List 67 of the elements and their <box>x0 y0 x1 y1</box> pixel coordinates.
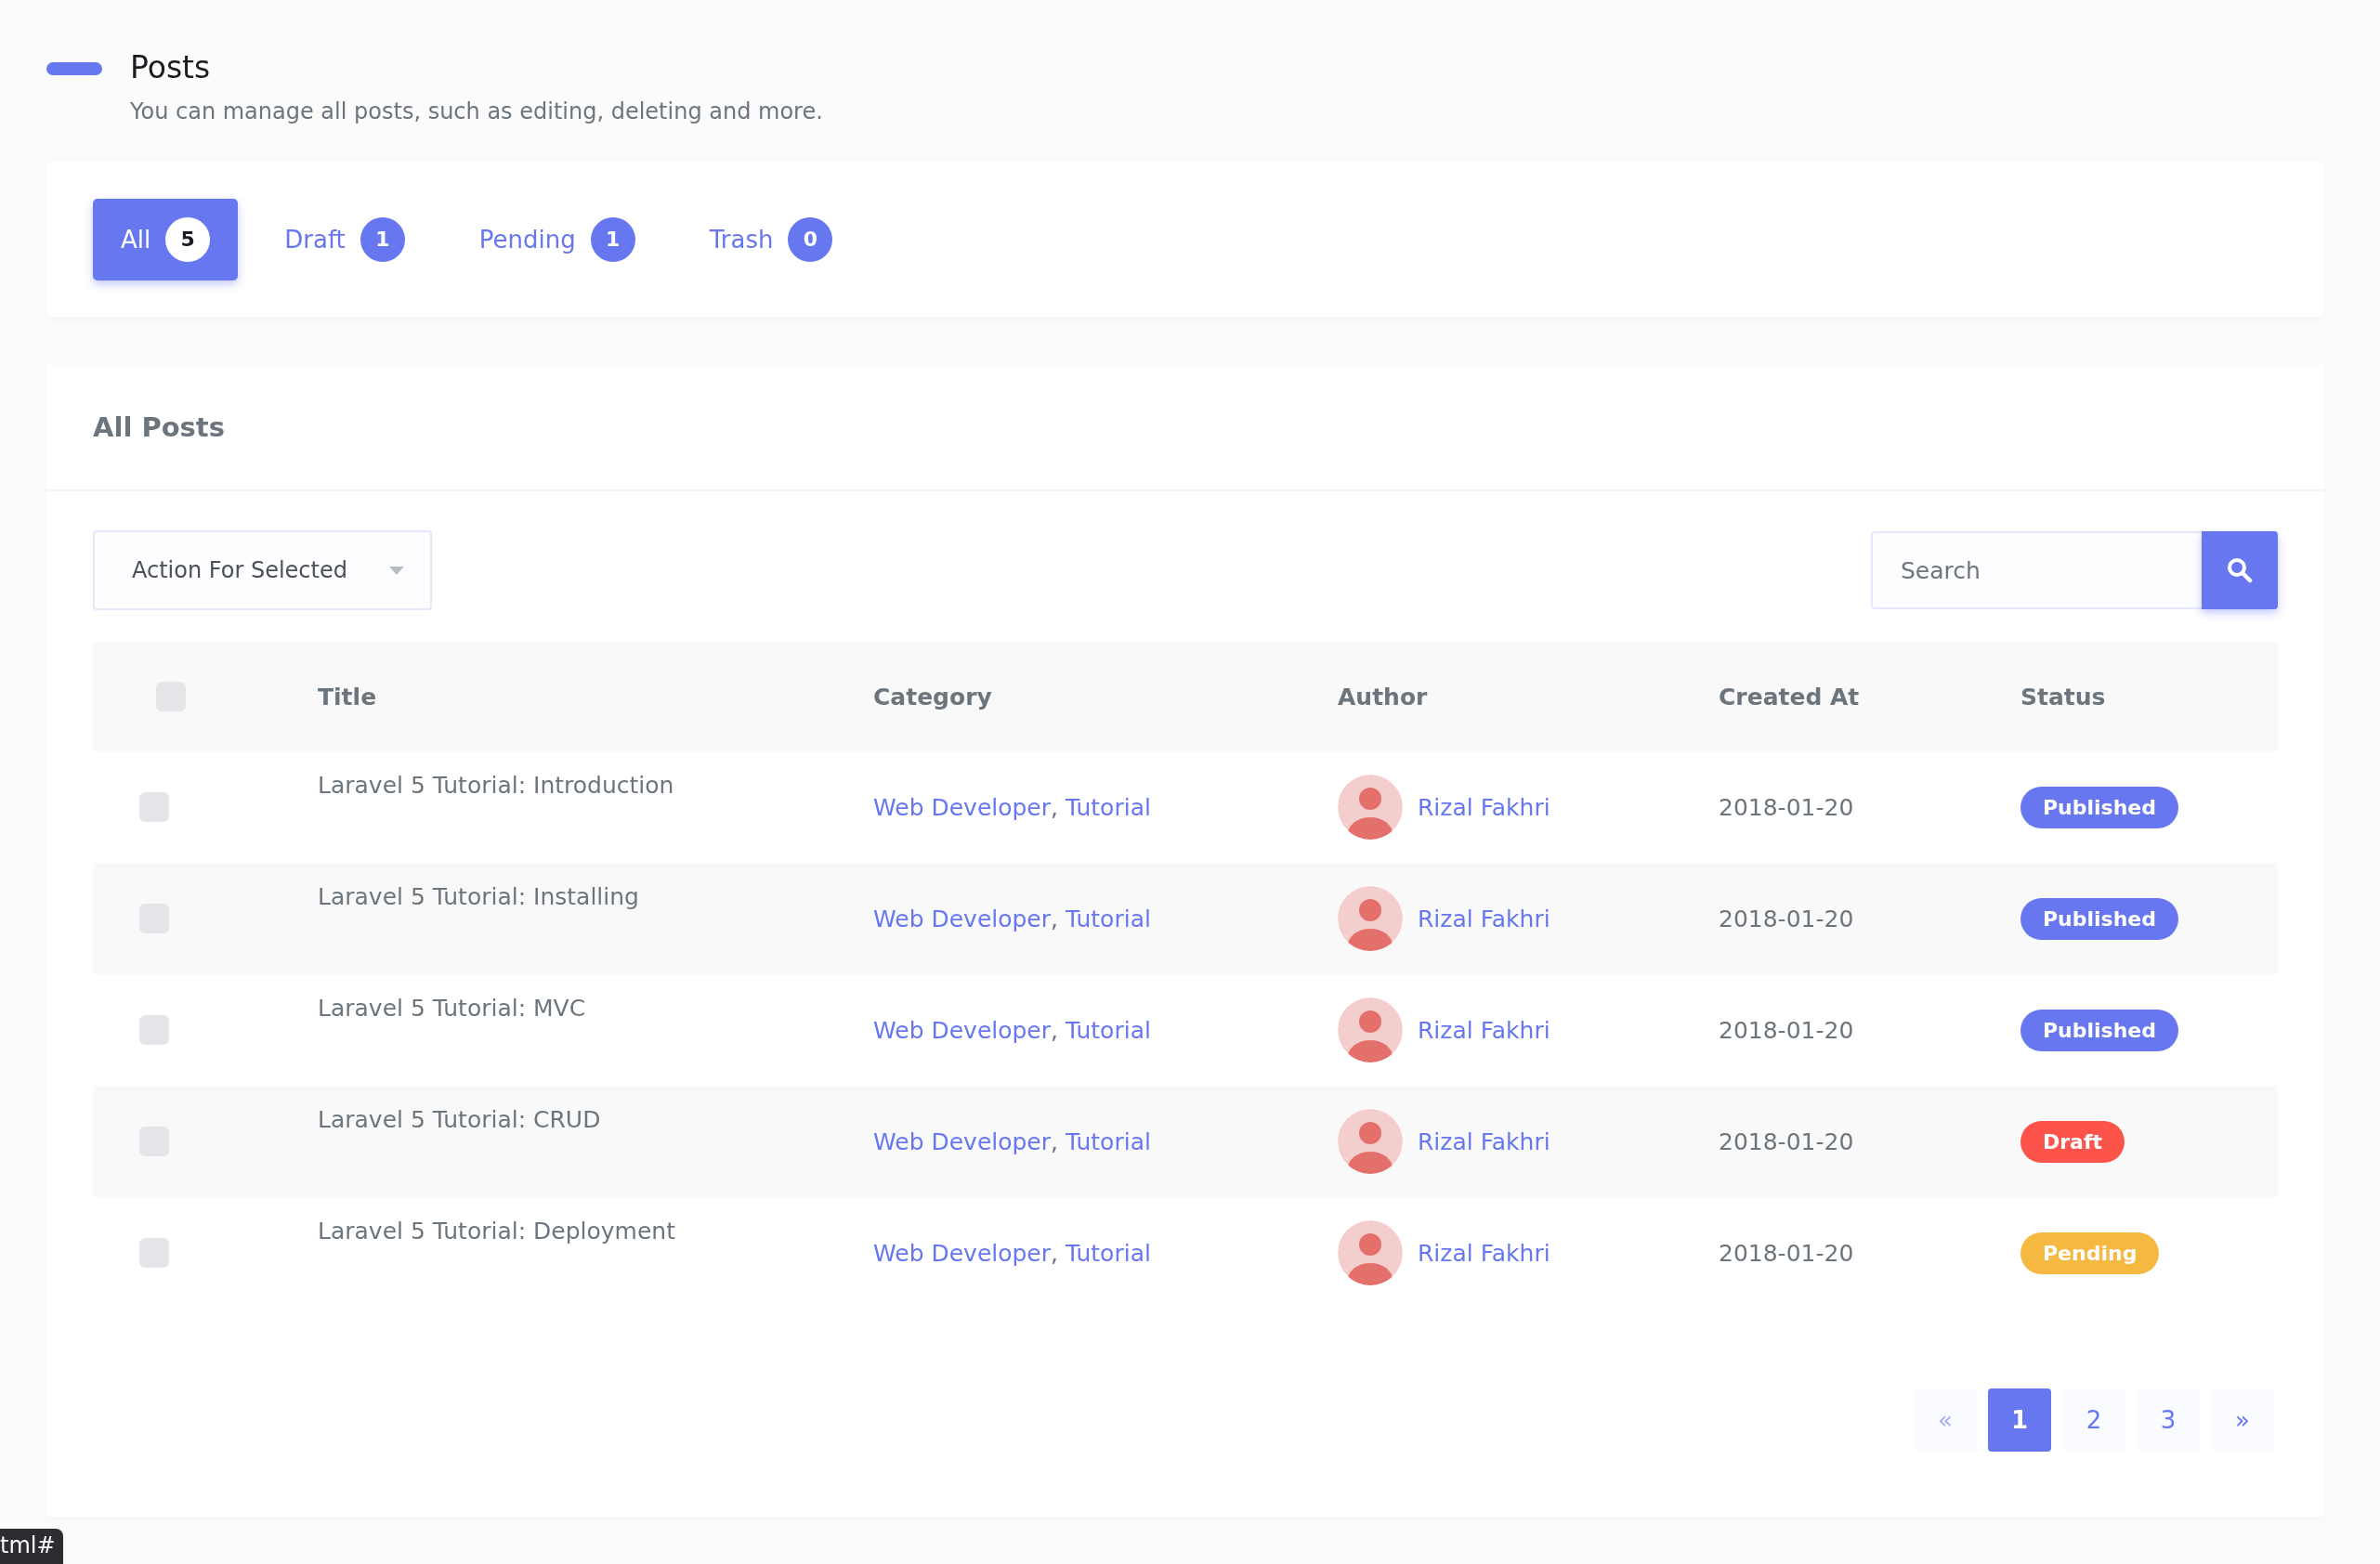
category-link[interactable]: Tutorial <box>1066 905 1151 932</box>
page-button[interactable]: 1 <box>1988 1388 2051 1452</box>
separator-text: , <box>1051 1127 1058 1155</box>
column-header: Created At <box>1719 683 1860 710</box>
page-button[interactable]: « <box>1914 1388 1977 1452</box>
category-link[interactable]: Tutorial <box>1066 793 1151 821</box>
column-header: Title <box>318 683 377 710</box>
category-link[interactable]: Tutorial <box>1066 1127 1151 1155</box>
avatar-icon <box>1338 1220 1403 1285</box>
search-field[interactable]: Search <box>1871 531 2202 609</box>
post-title: Laravel 5 Tutorial: Deployment <box>318 1218 675 1245</box>
filter-tab[interactable]: Trash 0 <box>681 198 861 280</box>
category-link[interactable]: Tutorial <box>1066 1016 1151 1044</box>
filter-tab[interactable]: Draft 1 <box>256 198 433 280</box>
search-button[interactable] <box>2202 531 2278 609</box>
status-badge: Published <box>2020 786 2179 828</box>
author-link[interactable]: Rizal Fakhri <box>1418 1016 1550 1044</box>
separator-text: , <box>1051 905 1058 932</box>
avatar-icon <box>1338 997 1403 1062</box>
category-link[interactable]: Web Developer <box>873 905 1052 932</box>
separator-text: , <box>1051 1016 1058 1044</box>
created-date: 2018-01-20 <box>1719 905 1854 932</box>
category-link[interactable]: Web Developer <box>873 1016 1052 1044</box>
status-badge: Published <box>2020 897 2179 940</box>
category-link[interactable]: Web Developer <box>873 1127 1052 1155</box>
author-link[interactable]: Rizal Fakhri <box>1418 793 1550 821</box>
created-date: 2018-01-20 <box>1719 1016 1854 1044</box>
filter-tab[interactable]: Pending 1 <box>451 198 663 280</box>
column-header: Author <box>1338 683 1428 710</box>
author-link[interactable]: Rizal Fakhri <box>1418 1127 1550 1155</box>
card-title: All Posts <box>93 411 225 443</box>
page-title: Posts <box>130 48 212 87</box>
caret-icon <box>389 566 404 575</box>
created-date: 2018-01-20 <box>1719 1127 1854 1155</box>
status-badge: Draft <box>2020 1120 2125 1163</box>
page-button[interactable]: » <box>2211 1388 2274 1452</box>
row-checkbox[interactable] <box>139 1015 169 1045</box>
column-header: Category <box>873 683 992 710</box>
row-checkbox[interactable] <box>139 792 169 822</box>
avatar-icon <box>1338 886 1403 951</box>
action-select[interactable]: Action For Selected <box>93 530 432 610</box>
post-title: Laravel 5 Tutorial: CRUD <box>318 1106 601 1133</box>
post-title: Laravel 5 Tutorial: Introduction <box>318 772 674 799</box>
created-date: 2018-01-20 <box>1719 1239 1854 1267</box>
status-badge: Pending <box>2020 1232 2160 1274</box>
page-button[interactable]: 2 <box>2062 1388 2125 1452</box>
separator-text: , <box>1051 793 1058 821</box>
avatar-icon <box>1338 775 1403 840</box>
column-header: Status <box>2020 683 2106 710</box>
avatar-icon <box>1338 1109 1403 1174</box>
post-title: Laravel 5 Tutorial: MVC <box>318 995 586 1022</box>
page-button[interactable]: 3 <box>2137 1388 2200 1452</box>
separator-text: , <box>1051 1239 1058 1267</box>
created-date: 2018-01-20 <box>1719 793 1854 821</box>
page-subtitle: You can manage all posts, such as editing, deleting and more. <box>130 98 823 124</box>
filter-tab[interactable]: All 5 <box>93 198 239 280</box>
author-link[interactable]: Rizal Fakhri <box>1418 905 1550 932</box>
author-link[interactable]: Rizal Fakhri <box>1418 1239 1550 1267</box>
title-accent-bar <box>46 62 102 75</box>
category-link[interactable]: Tutorial <box>1066 1239 1151 1267</box>
post-title: Laravel 5 Tutorial: Installing <box>318 883 639 910</box>
search-icon <box>2227 557 2253 583</box>
status-badge: Published <box>2020 1009 2179 1051</box>
category-link[interactable]: Web Developer <box>873 793 1052 821</box>
row-checkbox[interactable] <box>139 1238 169 1268</box>
link-tooltip: tml# <box>0 1529 63 1564</box>
category-link[interactable]: Web Developer <box>873 1239 1052 1267</box>
